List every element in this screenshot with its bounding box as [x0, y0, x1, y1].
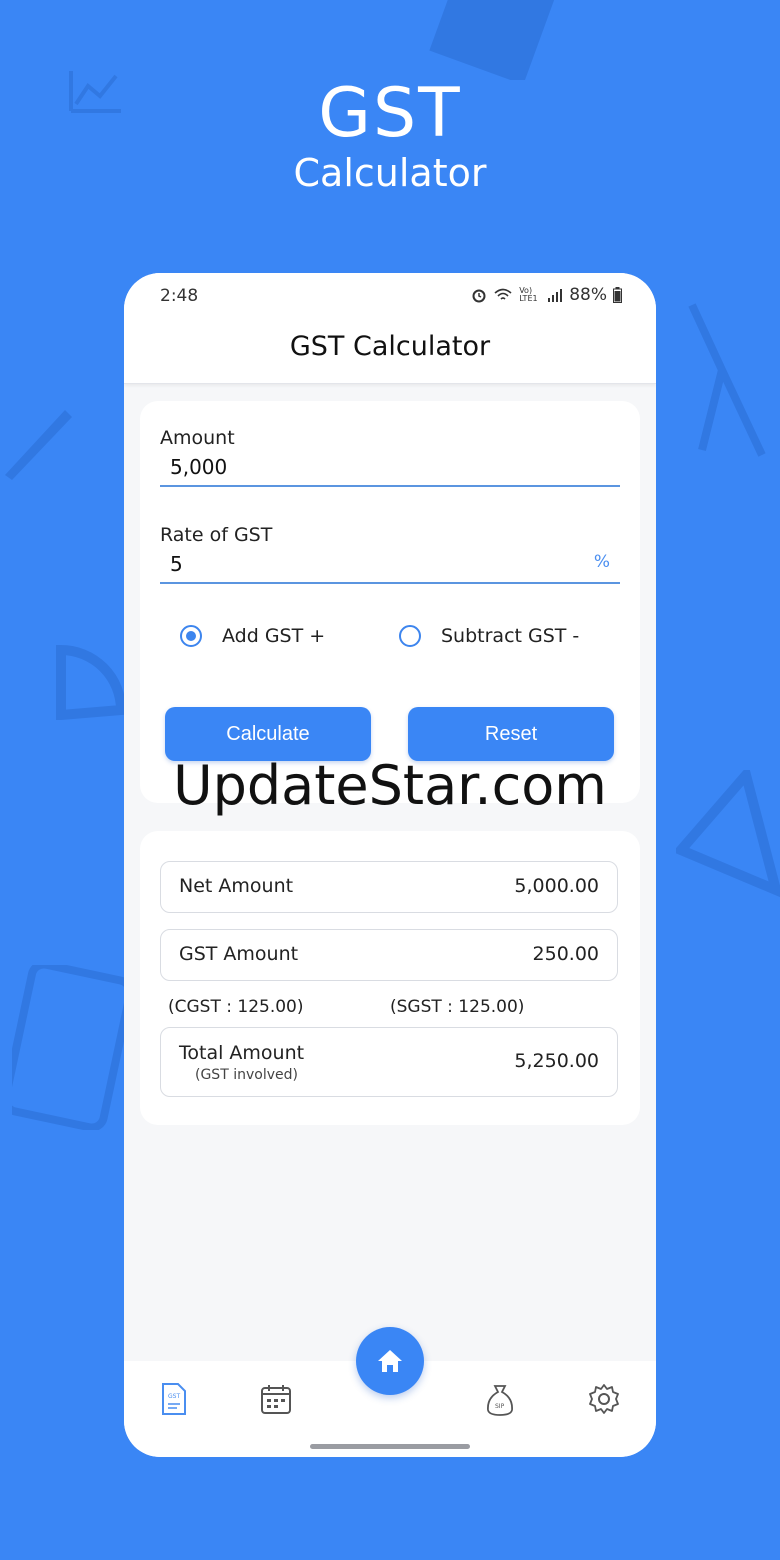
radio-checked-icon	[180, 625, 202, 647]
sip-icon-text: SIP	[495, 1403, 505, 1410]
signal-icon	[548, 289, 563, 302]
home-icon	[378, 1350, 402, 1372]
total-amount-row: Total Amount (GST involved) 5,250.00	[160, 1027, 618, 1097]
calendar-icon	[261, 1385, 291, 1414]
gst-mode-group: Add GST + Subtract GST -	[140, 625, 640, 665]
background-compass-icon	[688, 303, 766, 457]
subtract-gst-radio[interactable]: Subtract GST -	[399, 625, 579, 647]
network-label: Vo) LTE1	[519, 286, 538, 303]
background-calculator-icon	[12, 965, 124, 1130]
phone-frame: 2:48 Vo) LTE1 88% GST Calculator Amount …	[124, 273, 656, 1457]
status-icons: Vo) LTE1 88%	[471, 285, 622, 305]
page-title: GST Calculator	[289, 331, 491, 362]
gst-doc-icon: GST	[162, 1383, 186, 1415]
home-indicator[interactable]	[310, 1444, 470, 1449]
status-time: 2:48	[160, 286, 199, 306]
total-amount-label: Total Amount	[179, 1042, 305, 1064]
hero-subtitle: Calculator	[293, 151, 487, 195]
rate-value: 5	[170, 552, 183, 576]
gear-icon	[589, 1384, 619, 1414]
app-bar: GST Calculator	[124, 319, 656, 384]
sip-bag-icon: SIP	[487, 1385, 513, 1416]
battery-percent: 88%	[569, 285, 607, 305]
wifi-icon	[494, 288, 512, 300]
results-card: Net Amount 5,000.00 GST Amount 250.00 (C…	[140, 831, 640, 1125]
amount-input[interactable]: 5,000	[160, 455, 620, 487]
gst-icon-text: GST	[168, 1393, 180, 1400]
input-card: Amount 5,000 Rate of GST 5 % Add GST + S…	[140, 401, 640, 803]
amount-label: Amount	[160, 427, 235, 449]
gst-amount-label: GST Amount	[179, 943, 299, 965]
total-amount-value: 5,250.00	[514, 1050, 599, 1072]
cgst-text: (CGST : 125.00)	[168, 997, 304, 1017]
nav-calendar[interactable]	[256, 1379, 296, 1419]
percent-suffix: %	[593, 552, 610, 572]
radio-unchecked-icon	[399, 625, 421, 647]
gst-amount-row: GST Amount 250.00	[160, 929, 618, 981]
net-amount-row: Net Amount 5,000.00	[160, 861, 618, 913]
total-amount-sublabel: (GST involved)	[195, 1067, 298, 1083]
subtract-gst-label: Subtract GST -	[441, 625, 580, 647]
net-amount-value: 5,000.00	[514, 875, 599, 897]
nav-settings[interactable]	[584, 1379, 624, 1419]
status-bar: 2:48 Vo) LTE1 88%	[124, 273, 656, 319]
nav-sip[interactable]: SIP	[480, 1379, 520, 1419]
gst-amount-value: 250.00	[532, 943, 599, 965]
background-document-icon	[429, 0, 555, 80]
battery-icon	[613, 287, 622, 303]
home-button[interactable]	[356, 1327, 424, 1395]
alarm-icon	[472, 289, 486, 303]
add-gst-label: Add GST +	[222, 625, 326, 647]
hero-title: GST	[318, 74, 462, 153]
reset-button[interactable]: Reset	[408, 707, 614, 761]
sgst-text: (SGST : 125.00)	[390, 997, 525, 1017]
background-pencil-icon	[5, 410, 72, 480]
rate-input[interactable]: 5 %	[160, 552, 620, 584]
background-protractor-icon	[56, 644, 126, 720]
add-gst-radio[interactable]: Add GST +	[180, 625, 325, 647]
amount-field: Amount 5,000	[160, 427, 620, 487]
calculate-button[interactable]: Calculate	[165, 707, 371, 761]
net-amount-label: Net Amount	[179, 875, 294, 897]
watermark-text: UpdateStar.com	[173, 754, 607, 817]
rate-field: Rate of GST 5 %	[160, 524, 620, 584]
nav-gst[interactable]: GST	[154, 1379, 194, 1419]
rate-label: Rate of GST	[160, 524, 273, 546]
